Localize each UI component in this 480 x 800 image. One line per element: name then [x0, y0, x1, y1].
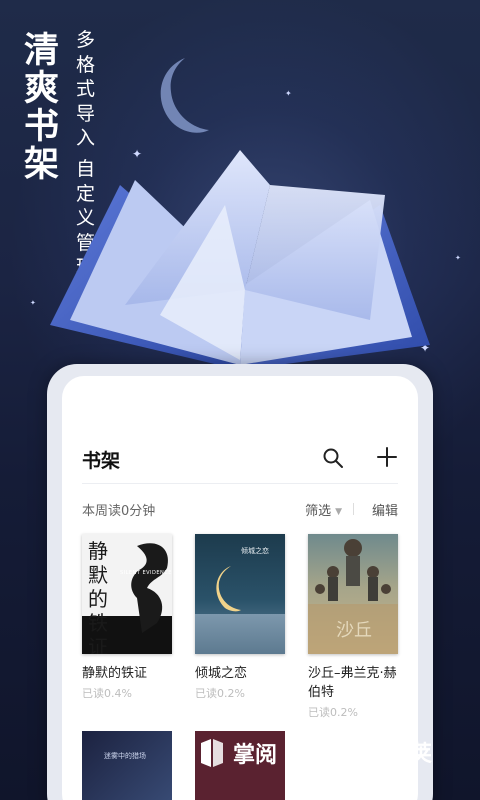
wandoujia-logo-text: 豌豆荚 [366, 742, 433, 767]
star-icon: ✦ [30, 299, 36, 307]
star-icon: ✦ [285, 89, 292, 98]
book-item[interactable]: 沙丘 沙丘–弗兰克·赫伯特 已读0.2% [308, 534, 398, 720]
promo-tagline-1: 多格式导入 [76, 29, 96, 149]
book-item[interactable]: 静默的铁证 SILENT EVIDENCE 静默的铁证 已读0.4% [82, 534, 172, 701]
book-progress: 已读0.4% [82, 687, 132, 700]
book-title: 静默的铁证 [82, 666, 148, 681]
cover-title: 沙丘 [336, 620, 372, 641]
cover-moon-art [216, 566, 241, 612]
open-book-illustration [50, 150, 430, 370]
book-cover[interactable]: 迷雾中的猎场 [82, 731, 172, 800]
divider [82, 483, 398, 484]
page-title: 书架 [82, 450, 121, 472]
zhangyue-logo: 掌阅 [197, 735, 277, 771]
cover-title: 迷雾中的猎场 [104, 752, 146, 760]
cover-title: 倾城之恋 [241, 547, 269, 555]
stats-bar: 本周读0分钟 筛选 ▼ 编辑 [82, 500, 398, 519]
filter-label: 筛选 [305, 504, 332, 519]
cover-title: 静默的铁证 [88, 539, 108, 654]
wandoujia-logo: 豌豆荚 [306, 722, 432, 782]
cover-art [131, 543, 168, 633]
weekly-reading-time: 本周读0分钟 [82, 504, 156, 519]
zhangyue-logo-icon [201, 739, 223, 767]
book-cover[interactable]: 沙丘 [308, 534, 398, 654]
book-item[interactable]: 倾城之恋 倾城之恋 已读0.2% [195, 534, 285, 701]
plus-icon[interactable] [376, 446, 398, 468]
book-progress: 已读0.2% [308, 706, 358, 719]
dropdown-caret-icon: ▼ [335, 507, 342, 517]
book-cover[interactable]: 静默的铁证 SILENT EVIDENCE [82, 534, 172, 654]
separator [353, 503, 354, 515]
zhangyue-logo-text: 掌阅 [233, 743, 278, 768]
nav-bar: 书架 [82, 446, 398, 472]
cover-subtitle: SILENT EVIDENCE [120, 570, 172, 576]
book-title: 沙丘–弗兰克·赫伯特 [308, 666, 397, 700]
search-icon[interactable] [322, 447, 344, 469]
book-cover[interactable]: 倾城之恋 [195, 534, 285, 654]
filter-button[interactable]: 筛选 ▼ [305, 500, 342, 519]
book-progress: 已读0.2% [195, 687, 245, 700]
wandoujia-logo-icon [310, 728, 360, 778]
book-title: 倾城之恋 [195, 666, 248, 681]
star-icon: ✦ [455, 254, 461, 262]
edit-button[interactable]: 编辑 [372, 500, 398, 519]
moon-icon [160, 58, 209, 133]
